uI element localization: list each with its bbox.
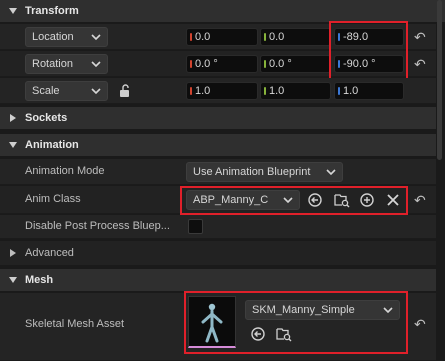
browse-asset-button[interactable]: [274, 324, 294, 344]
section-title: Animation: [25, 139, 79, 151]
advanced-row[interactable]: Advanced: [0, 241, 436, 265]
rotation-dropdown[interactable]: Rotation: [25, 54, 108, 74]
chevron-down-icon: [91, 88, 101, 95]
chevron-down-icon: [91, 61, 101, 68]
browse-asset-button[interactable]: [332, 190, 352, 210]
add-asset-button[interactable]: [358, 191, 376, 209]
chevron-down-icon: [326, 169, 336, 176]
expanded-triangle-icon: [9, 142, 17, 148]
mannequin-thumbnail-icon: [201, 303, 223, 343]
reset-to-default-icon[interactable]: ↶: [414, 30, 426, 44]
use-selected-asset-button[interactable]: [249, 325, 267, 343]
rotation-y-field[interactable]: 0.0 °: [260, 55, 331, 73]
reset-to-default-icon[interactable]: ↶: [414, 57, 426, 71]
scrollbar-thumb[interactable]: [437, 0, 442, 160]
scale-z-field[interactable]: 1.0: [334, 82, 404, 100]
collapsed-triangle-icon: [10, 114, 16, 122]
skeletal-mesh-label: Skeletal Mesh Asset: [25, 318, 125, 330]
scale-x-field[interactable]: 1.0: [186, 82, 258, 100]
expanded-triangle-icon: [9, 277, 17, 283]
plus-circle-icon: [360, 193, 374, 207]
section-mesh[interactable]: Mesh: [0, 269, 436, 291]
advanced-label: Advanced: [25, 247, 74, 259]
expanded-triangle-icon: [9, 8, 17, 14]
close-icon: [387, 194, 399, 206]
section-title: Sockets: [25, 112, 68, 124]
arrow-left-circle-icon: [251, 327, 265, 341]
unlock-icon[interactable]: [118, 84, 132, 98]
skeletal-mesh-dropdown[interactable]: SKM_Manny_Simple: [245, 300, 400, 320]
location-dropdown[interactable]: Location: [25, 27, 108, 47]
arrow-left-circle-icon: [308, 193, 322, 207]
collapsed-triangle-icon: [10, 249, 16, 257]
chevron-down-icon: [283, 197, 293, 204]
animation-mode-dropdown[interactable]: Use Animation Blueprint: [186, 162, 343, 182]
folder-search-icon: [276, 328, 292, 342]
location-x-field[interactable]: 0.0: [186, 28, 258, 46]
section-title: Mesh: [25, 274, 54, 286]
location-label: Location: [32, 31, 74, 43]
section-transform[interactable]: Transform: [0, 0, 445, 22]
folder-search-icon: [334, 194, 350, 208]
location-y-field[interactable]: 0.0: [260, 28, 331, 46]
anim-class-dropdown[interactable]: ABP_Manny_C: [186, 190, 300, 210]
scale-y-field[interactable]: 1.0: [260, 82, 331, 100]
section-sockets[interactable]: Sockets: [0, 107, 436, 129]
highlight-box: [329, 21, 408, 82]
chevron-down-icon: [383, 307, 393, 314]
disable-post-process-checkbox[interactable]: [188, 219, 203, 234]
rotation-x-field[interactable]: 0.0 °: [186, 55, 258, 73]
use-selected-asset-button[interactable]: [306, 191, 324, 209]
animation-mode-label: Animation Mode: [25, 165, 105, 177]
anim-class-label: Anim Class: [25, 193, 81, 205]
scale-dropdown[interactable]: Scale: [25, 81, 108, 101]
reset-to-default-icon[interactable]: ↶: [414, 193, 426, 207]
reset-to-default-icon[interactable]: ↶: [414, 317, 426, 331]
rotation-label: Rotation: [32, 58, 73, 70]
section-title: Transform: [25, 5, 79, 17]
chevron-down-icon: [91, 34, 101, 41]
mesh-thumbnail[interactable]: [188, 296, 236, 348]
clear-asset-button[interactable]: [384, 191, 402, 209]
disable-post-process-label: Disable Post Process Bluep...: [25, 220, 170, 232]
scale-label: Scale: [32, 85, 60, 97]
section-animation[interactable]: Animation: [0, 134, 436, 156]
